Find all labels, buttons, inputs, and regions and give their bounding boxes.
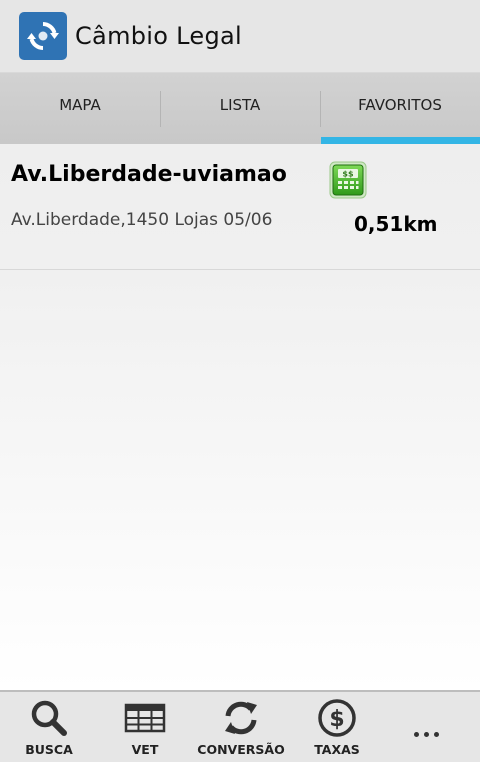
money-exchange-icon: $$	[329, 161, 367, 199]
dollar-circle-icon: $	[318, 699, 356, 737]
list-item[interactable]: Av.Liberdade-uviamao $$ Av.Liberdade,145…	[0, 144, 480, 270]
item-distance: 0,51km	[354, 212, 438, 236]
search-icon	[31, 700, 67, 736]
busca-button[interactable]: BUSCA	[14, 692, 84, 762]
item-address: Av.Liberdade,1450 Lojas 05/06	[11, 210, 273, 230]
tab-favoritos[interactable]: FAVORITOS	[320, 73, 480, 144]
bottom-action-bar: BUSCA VET CONVERSÃO $ TAXAS	[0, 690, 480, 762]
table-icon	[124, 703, 166, 733]
taxas-button[interactable]: $ TAXAS	[302, 692, 372, 762]
svg-text:$: $	[329, 707, 344, 732]
app-title: Câmbio Legal	[75, 22, 242, 50]
svg-text:$$: $$	[342, 170, 354, 179]
item-title: Av.Liberdade-uviamao	[11, 162, 287, 187]
more-options-icon[interactable]	[414, 732, 439, 737]
vet-button[interactable]: VET	[110, 692, 180, 762]
tab-lista[interactable]: LISTA	[160, 73, 320, 144]
busca-label: BUSCA	[25, 742, 73, 757]
vet-label: VET	[131, 742, 159, 757]
action-bar: Câmbio Legal	[0, 0, 480, 72]
refresh-icon	[225, 701, 257, 735]
tab-mapa[interactable]: MAPA	[0, 73, 160, 144]
conversao-button[interactable]: CONVERSÃO	[196, 692, 286, 762]
exchange-arrows-icon	[19, 12, 67, 60]
taxas-label: TAXAS	[314, 742, 360, 757]
conversao-label: CONVERSÃO	[197, 742, 285, 757]
tab-bar: MAPA LISTA FAVORITOS	[0, 72, 480, 144]
